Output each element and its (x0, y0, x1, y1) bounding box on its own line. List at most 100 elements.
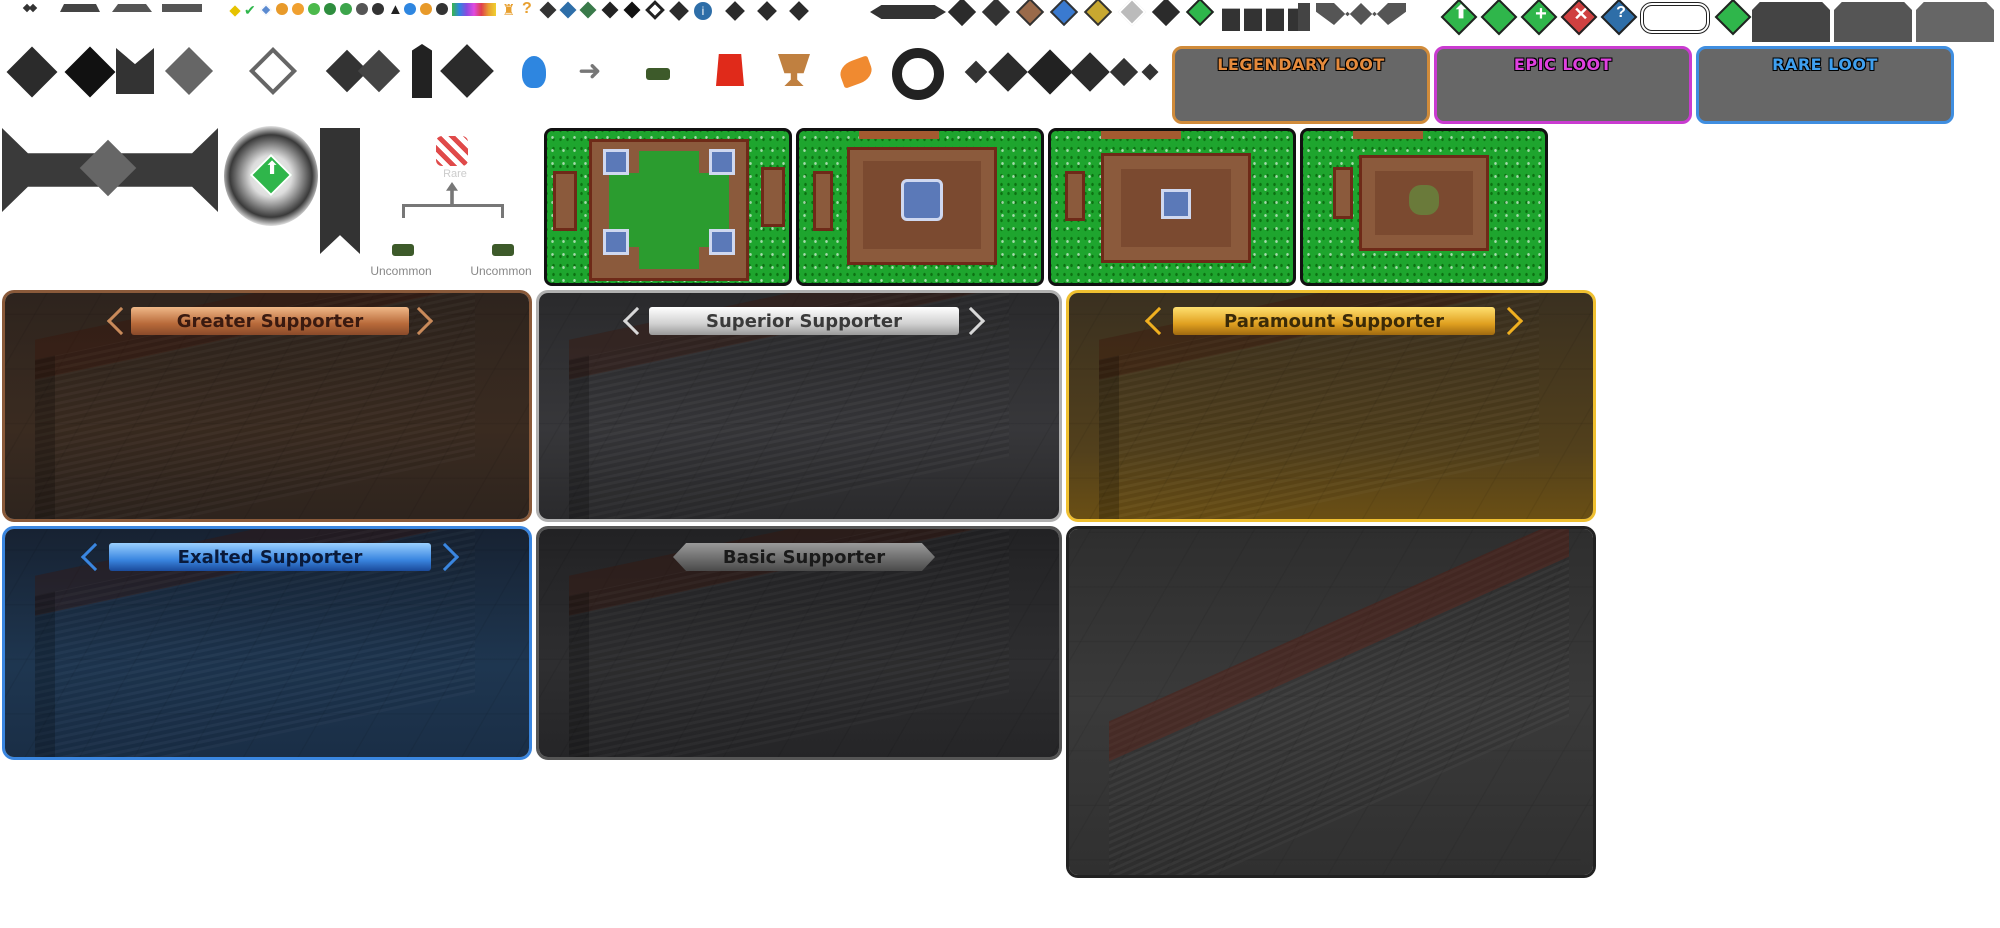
basic-supporter-panel: Basic Supporter (536, 526, 1062, 760)
dark-diamond-icon (981, 0, 1011, 27)
tab-sprite (1222, 8, 1310, 31)
green-diamond-button[interactable] (1714, 0, 1752, 36)
basic-supporter-title: Basic Supporter (722, 546, 886, 568)
map-thumbnail-3 (1048, 128, 1296, 286)
outline-diamond-icon (645, 0, 665, 20)
sprite-strip-top: ✔ ▲ ♜ ? i (0, 0, 1406, 35)
bronze-diamond-icon (1015, 0, 1045, 27)
chevron-left-icon (80, 542, 110, 572)
dark-diamond-icon (988, 52, 1028, 92)
epic-loot-title: EPIC LOOT (1513, 55, 1613, 74)
tree-connector (402, 204, 504, 218)
chevron-right-icon (956, 306, 986, 336)
rainbow-bars-icon (452, 3, 496, 16)
bar-sprite (60, 4, 100, 12)
upgrade-arrow-icon: ⬆ (264, 158, 280, 178)
dark-diamond-icon (357, 49, 401, 93)
blue-diamond-icon (260, 4, 272, 16)
uncommon-item-icon (492, 244, 514, 256)
legendary-loot-title: LEGENDARY LOOT (1217, 55, 1385, 74)
pool-tile (709, 149, 735, 175)
blank-diamond-button[interactable] (1480, 0, 1518, 36)
greater-supporter-title: Greater Supporter (176, 310, 364, 332)
sprite-strip-middle: ➜ (0, 40, 1170, 110)
gold-diamond-icon (229, 5, 241, 17)
map-thumbnail-4 (1300, 128, 1548, 286)
fries-icon (716, 54, 744, 86)
orange-coin-icon (276, 3, 288, 15)
small-diamond-icon (28, 3, 38, 13)
pillar-sprite (412, 44, 432, 98)
dark-diamond-icon (1109, 57, 1139, 87)
gold-diamond-icon (1083, 0, 1113, 27)
side-plot (1333, 167, 1353, 219)
small-scroll-icon (1298, 3, 1310, 31)
chevron-right-icon (404, 306, 434, 336)
map-thumbnail-2 (796, 128, 1044, 286)
action-buttons: ⬆ + ✕ ? (1440, 0, 1994, 42)
pool-tile (709, 229, 735, 255)
blue-diamond-icon (1049, 0, 1079, 27)
side-plot (761, 167, 785, 227)
up-arrow-icon: ⬆ (1453, 2, 1469, 22)
ornate-tab-sprite (1752, 2, 1830, 42)
dark-orb-icon (436, 3, 448, 15)
superior-supporter-banner: Superior Supporter (619, 306, 989, 336)
dark-diamond-icon (669, 1, 689, 21)
fountain-pool (901, 179, 943, 221)
dark-diamond-icon (789, 1, 809, 21)
dark-diamond-icon (64, 46, 116, 98)
pool-tile (603, 149, 629, 175)
trophy-icon (778, 54, 810, 86)
pool-tile (603, 229, 629, 255)
ornament-frame-sprite (1640, 2, 1710, 34)
crown-shape-sprite (116, 48, 154, 94)
orange-orb-icon (420, 3, 432, 15)
gray-diamond-icon (79, 139, 137, 197)
emblem-sprite (1409, 185, 1439, 215)
info-circle-icon: i (694, 2, 712, 20)
chevron-right-icon (430, 542, 460, 572)
blue-orb-icon (404, 3, 416, 15)
bar-sprite (870, 5, 946, 19)
basic-supporter-banner: Basic Supporter (659, 543, 949, 571)
dark-diamond-icon (623, 1, 641, 19)
dark-diamond-icon (6, 46, 58, 98)
blue-crystal-icon (522, 56, 546, 88)
epic-loot-box: EPIC LOOT (1434, 46, 1692, 124)
uncommon-label-right: Uncommon (470, 264, 532, 278)
green-plus-diamond-icon (579, 1, 597, 19)
green-check-icon: ✔ (244, 2, 256, 18)
dark-diamond-icon (440, 44, 494, 98)
outline-diamond-icon (248, 46, 298, 96)
close-icon: ✕ (1573, 4, 1589, 24)
fence-sprite (1353, 131, 1423, 139)
info-diamond-icon (559, 1, 577, 19)
tank-icon (646, 68, 670, 80)
green-gem-icon (308, 3, 320, 15)
chevron-left-icon (622, 306, 652, 336)
exalted-supporter-banner: Exalted Supporter (75, 542, 465, 572)
upgrade-tree: Rare Uncommon Uncommon (370, 136, 540, 286)
ornate-tab-sprite (1834, 2, 1912, 42)
dark-diamond-icon (1151, 0, 1181, 27)
dark-diamond-icon (601, 1, 619, 19)
help-icon: ? (1616, 4, 1626, 21)
gray-coin-icon (356, 3, 368, 15)
dark-diamond-icon (757, 1, 777, 21)
side-plot (553, 171, 577, 231)
greater-supporter-banner: Greater Supporter (105, 306, 435, 336)
dark-diamond-icon (1141, 63, 1159, 81)
exalted-supporter-panel: Exalted Supporter (2, 526, 532, 760)
greater-supporter-panel: Greater Supporter (2, 290, 532, 522)
right-arrow-icon: ➜ (578, 55, 602, 86)
paramount-supporter-banner: Paramount Supporter (1139, 306, 1529, 336)
question-icon: ? (522, 0, 532, 17)
green-gem-icon (340, 3, 352, 15)
orange-leaf-icon (836, 55, 876, 89)
trophy-small-icon: ♜ (502, 2, 516, 19)
superior-supporter-title: Superior Supporter (706, 310, 902, 332)
exalted-supporter-title: Exalted Supporter (177, 546, 363, 568)
silver-diamond-icon (1117, 0, 1147, 27)
side-plot (1065, 171, 1085, 221)
